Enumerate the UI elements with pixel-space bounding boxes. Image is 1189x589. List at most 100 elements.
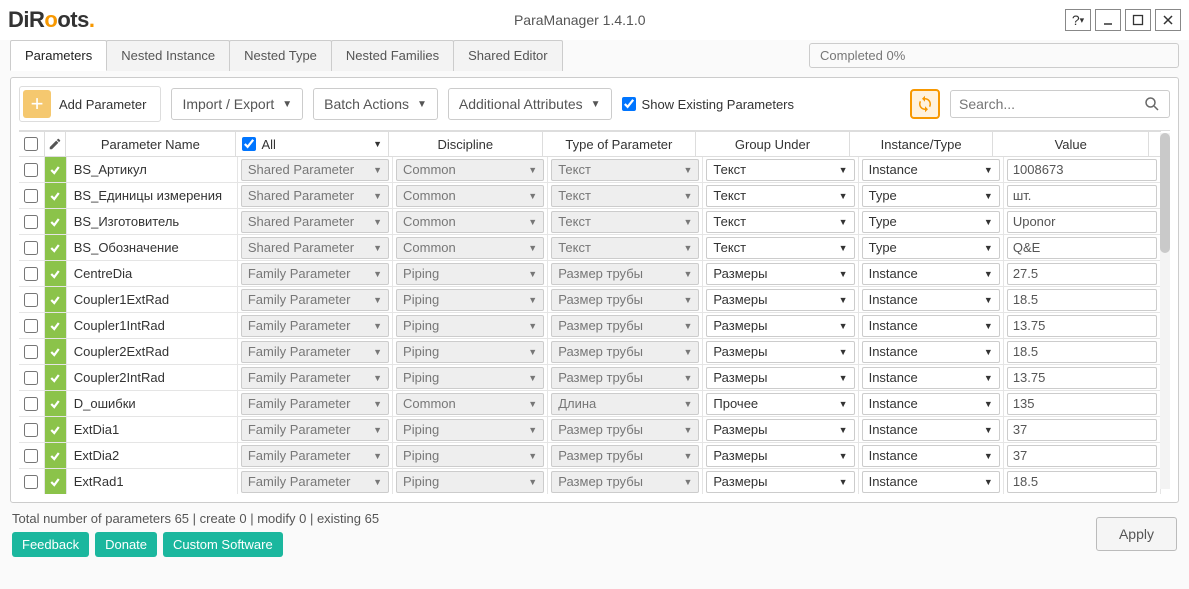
instance-type-dropdown[interactable]: Instance▼ [862, 367, 1000, 389]
value-input[interactable]: 13.75 [1007, 315, 1157, 337]
parameter-type-dropdown[interactable]: Family Parameter▼ [241, 393, 389, 415]
value-input[interactable]: 37 [1007, 419, 1157, 441]
row-checkbox[interactable] [24, 397, 38, 411]
add-parameter-button[interactable]: + Add Parameter [19, 86, 161, 122]
table-scrollbar[interactable] [1160, 133, 1170, 489]
batch-actions-button[interactable]: Batch Actions▼ [313, 88, 438, 120]
instance-type-dropdown[interactable]: Instance▼ [862, 159, 1000, 181]
group-under-dropdown[interactable]: Размеры▼ [706, 367, 854, 389]
value-input[interactable]: Q&E [1007, 237, 1157, 259]
instance-type-dropdown[interactable]: Instance▼ [862, 393, 1000, 415]
value-input[interactable]: 18.5 [1007, 341, 1157, 363]
discipline-dropdown[interactable]: Piping▼ [396, 445, 544, 467]
type-of-parameter-dropdown[interactable]: Длина▼ [551, 393, 699, 415]
import-export-button[interactable]: Import / Export▼ [171, 88, 303, 120]
type-of-parameter-dropdown[interactable]: Размер трубы▼ [551, 445, 699, 467]
discipline-dropdown[interactable]: Piping▼ [396, 263, 544, 285]
discipline-dropdown[interactable]: Common▼ [396, 393, 544, 415]
value-input[interactable]: Uponor [1007, 211, 1157, 233]
parameter-type-dropdown[interactable]: Family Parameter▼ [241, 315, 389, 337]
instance-type-dropdown[interactable]: Instance▼ [862, 315, 1000, 337]
parameter-type-dropdown[interactable]: Shared Parameter▼ [241, 159, 389, 181]
row-checkbox[interactable] [24, 215, 38, 229]
type-of-parameter-dropdown[interactable]: Размер трубы▼ [551, 419, 699, 441]
parameter-type-dropdown[interactable]: Shared Parameter▼ [241, 185, 389, 207]
search-input[interactable] [950, 90, 1170, 118]
tab-nested-families[interactable]: Nested Families [331, 40, 454, 71]
select-all-checkbox[interactable] [24, 137, 38, 151]
type-of-parameter-dropdown[interactable]: Текст▼ [551, 237, 699, 259]
discipline-dropdown[interactable]: Piping▼ [396, 367, 544, 389]
group-under-dropdown[interactable]: Размеры▼ [706, 263, 854, 285]
parameter-type-dropdown[interactable]: Shared Parameter▼ [241, 211, 389, 233]
row-checkbox[interactable] [24, 423, 38, 437]
show-existing-checkbox[interactable]: Show Existing Parameters [622, 97, 794, 112]
parameter-type-dropdown[interactable]: Family Parameter▼ [241, 419, 389, 441]
row-checkbox[interactable] [24, 475, 38, 489]
type-of-parameter-dropdown[interactable]: Размер трубы▼ [551, 341, 699, 363]
feedback-button[interactable]: Feedback [12, 532, 89, 557]
group-under-dropdown[interactable]: Размеры▼ [706, 445, 854, 467]
value-input[interactable]: 1008673 [1007, 159, 1157, 181]
row-checkbox[interactable] [24, 371, 38, 385]
discipline-dropdown[interactable]: Common▼ [396, 159, 544, 181]
discipline-dropdown[interactable]: Piping▼ [396, 471, 544, 493]
row-checkbox[interactable] [24, 163, 38, 177]
custom-software-button[interactable]: Custom Software [163, 532, 283, 557]
group-under-dropdown[interactable]: Размеры▼ [706, 419, 854, 441]
discipline-dropdown[interactable]: Piping▼ [396, 315, 544, 337]
type-of-parameter-dropdown[interactable]: Размер трубы▼ [551, 315, 699, 337]
value-input[interactable]: 18.5 [1007, 289, 1157, 311]
discipline-dropdown[interactable]: Common▼ [396, 185, 544, 207]
discipline-dropdown[interactable]: Common▼ [396, 211, 544, 233]
value-input[interactable]: 18.5 [1007, 471, 1157, 493]
type-of-parameter-dropdown[interactable]: Текст▼ [551, 159, 699, 181]
parameter-type-dropdown[interactable]: Family Parameter▼ [241, 445, 389, 467]
parameter-type-dropdown[interactable]: Family Parameter▼ [241, 367, 389, 389]
row-checkbox[interactable] [24, 241, 38, 255]
value-input[interactable]: 27.5 [1007, 263, 1157, 285]
group-under-dropdown[interactable]: Текст▼ [706, 211, 854, 233]
type-of-parameter-dropdown[interactable]: Размер трубы▼ [551, 263, 699, 285]
group-under-dropdown[interactable]: Размеры▼ [706, 289, 854, 311]
group-under-dropdown[interactable]: Размеры▼ [706, 341, 854, 363]
group-under-dropdown[interactable]: Текст▼ [706, 185, 854, 207]
row-checkbox[interactable] [24, 449, 38, 463]
maximize-button[interactable] [1125, 9, 1151, 31]
apply-button[interactable]: Apply [1096, 517, 1177, 551]
group-under-dropdown[interactable]: Размеры▼ [706, 315, 854, 337]
minimize-button[interactable] [1095, 9, 1121, 31]
tab-nested-instance[interactable]: Nested Instance [106, 40, 230, 71]
row-checkbox[interactable] [24, 319, 38, 333]
group-under-dropdown[interactable]: Размеры▼ [706, 471, 854, 493]
parameter-type-dropdown[interactable]: Family Parameter▼ [241, 263, 389, 285]
instance-type-dropdown[interactable]: Type▼ [862, 237, 1000, 259]
value-input[interactable]: 13.75 [1007, 367, 1157, 389]
row-checkbox[interactable] [24, 189, 38, 203]
type-of-parameter-dropdown[interactable]: Текст▼ [551, 211, 699, 233]
row-checkbox[interactable] [24, 267, 38, 281]
refresh-button[interactable] [910, 89, 940, 119]
type-of-parameter-dropdown[interactable]: Размер трубы▼ [551, 367, 699, 389]
parameter-type-dropdown[interactable]: Shared Parameter▼ [241, 237, 389, 259]
parameter-type-dropdown[interactable]: Family Parameter▼ [241, 471, 389, 493]
group-under-dropdown[interactable]: Текст▼ [706, 237, 854, 259]
donate-button[interactable]: Donate [95, 532, 157, 557]
discipline-dropdown[interactable]: Piping▼ [396, 289, 544, 311]
instance-type-dropdown[interactable]: Instance▼ [862, 289, 1000, 311]
type-of-parameter-dropdown[interactable]: Текст▼ [551, 185, 699, 207]
instance-type-dropdown[interactable]: Instance▼ [862, 445, 1000, 467]
instance-type-dropdown[interactable]: Instance▼ [862, 471, 1000, 493]
type-of-parameter-dropdown[interactable]: Размер трубы▼ [551, 289, 699, 311]
row-checkbox[interactable] [24, 293, 38, 307]
value-input[interactable]: 135 [1007, 393, 1157, 415]
header-type-filter[interactable]: All▼ [236, 131, 390, 156]
row-checkbox[interactable] [24, 345, 38, 359]
close-button[interactable] [1155, 9, 1181, 31]
instance-type-dropdown[interactable]: Instance▼ [862, 419, 1000, 441]
help-button[interactable]: ?▾ [1065, 9, 1091, 31]
instance-type-dropdown[interactable]: Type▼ [862, 185, 1000, 207]
additional-attributes-button[interactable]: Additional Attributes▼ [448, 88, 612, 120]
value-input[interactable]: 37 [1007, 445, 1157, 467]
instance-type-dropdown[interactable]: Instance▼ [862, 341, 1000, 363]
